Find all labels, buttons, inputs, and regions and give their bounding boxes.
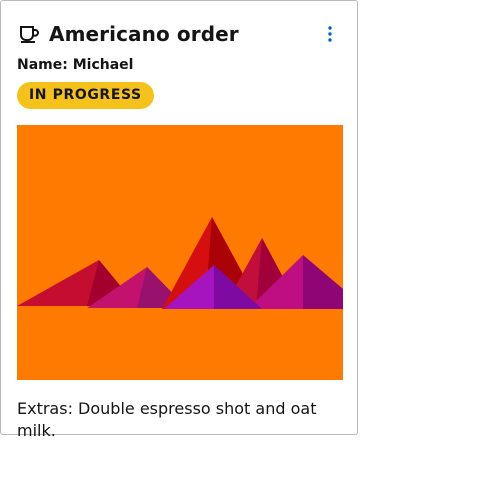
- customer-name: Name: Michael: [17, 57, 134, 73]
- coffee-cup-icon: [17, 22, 41, 46]
- mountains-image: [17, 125, 343, 380]
- order-extras: Extras: Double espresso shot and oat mil…: [17, 399, 317, 440]
- status-badge: IN PROGRESS: [17, 82, 154, 109]
- card-header: Americano order: [17, 19, 342, 49]
- order-card: Americano order Name: Michael IN PROGRES…: [0, 0, 358, 440]
- card-title: Americano order: [49, 22, 239, 46]
- kebab-menu-icon: [328, 26, 332, 42]
- kebab-menu-button[interactable]: [319, 23, 341, 45]
